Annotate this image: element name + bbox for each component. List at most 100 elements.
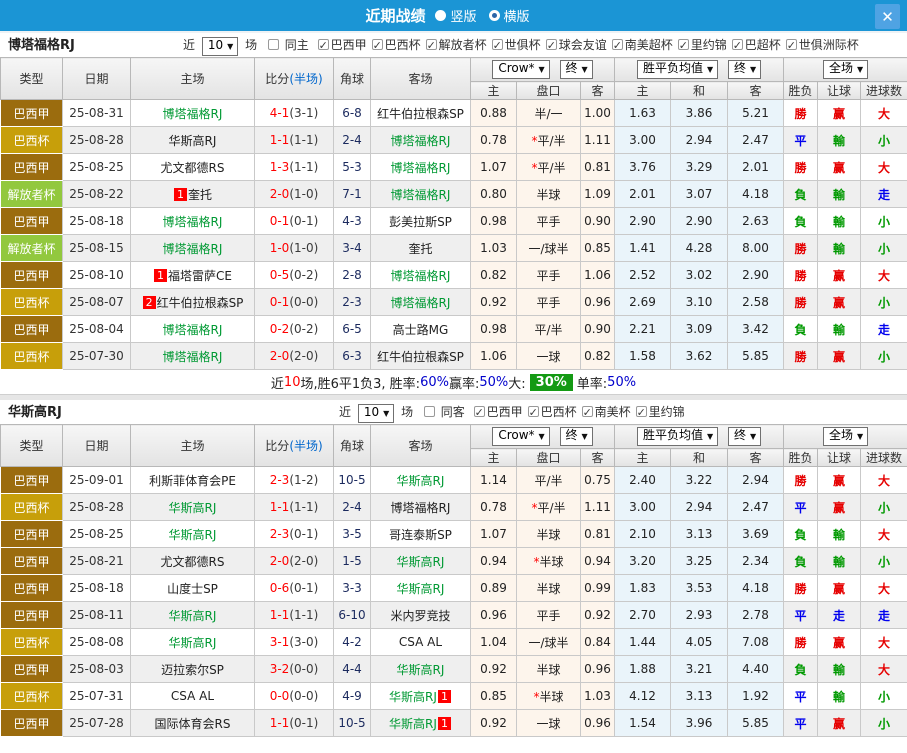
checkbox-checked-icon: ✓	[731, 39, 743, 52]
mean-select[interactable]: 胜平负均值 ▼	[636, 60, 719, 79]
handicap-line: *半球	[516, 547, 581, 575]
near-label: 近	[183, 38, 196, 52]
away-team-name: 华斯高RJ	[389, 689, 437, 704]
result-goals: 大	[860, 466, 907, 494]
away-odds: 1.11	[579, 126, 616, 154]
league-checkbox[interactable]: ✓ 世俱杯	[487, 38, 541, 52]
home-odds: 0.96	[470, 601, 517, 629]
match-score: 4-1(3-1)	[254, 99, 334, 127]
summary-part: 30%	[529, 373, 573, 391]
league-checkbox[interactable]: ✓ 解放者杯	[421, 38, 487, 52]
col-result-goals: 进球数	[860, 81, 907, 100]
recent-matches-table-1: 类型 日期 主场 比分(半场) 角球 客场 Crow* ▼ 终 ▼ 胜平负均值 ▼ 终…	[0, 57, 907, 370]
mean-draw: 3.53	[670, 574, 729, 602]
league-checkbox[interactable]: ✓ 巴超杯	[727, 38, 781, 52]
match-type: 巴西甲	[0, 207, 63, 235]
odds-final-select[interactable]: 终 ▼	[559, 60, 593, 79]
result-wdl: 平	[783, 601, 819, 629]
home-team-name: 华斯高RJ	[168, 500, 217, 515]
away-team-name: 华斯高RJ	[396, 554, 445, 569]
mean-final-select[interactable]: 终 ▼	[727, 427, 762, 446]
mean-away: 5.85	[727, 342, 785, 370]
mean-final-select[interactable]: 终 ▼	[727, 60, 762, 79]
away-team: CSA AL	[370, 628, 471, 656]
home-team: 华斯高RJ	[130, 628, 255, 656]
mean-draw: 2.94	[670, 493, 729, 521]
checkbox-checked-icon: ✓	[611, 39, 623, 52]
league-checkbox[interactable]: ✓ 世俱洲际杯	[781, 38, 859, 52]
home-team-name: 华斯高RJ	[168, 608, 217, 623]
match-type: 巴西甲	[0, 153, 63, 181]
match-count-select[interactable]: 10 ▼	[357, 404, 395, 423]
away-team-name: 华斯高RJ	[396, 473, 445, 488]
home-team-name: 博塔福格RJ	[162, 214, 223, 229]
scope-select[interactable]: 全场 ▼	[822, 60, 869, 79]
away-team: 博塔福格RJ	[370, 493, 471, 521]
same-venue-checkbox[interactable]	[267, 39, 279, 50]
handicap-line: 一/球半	[516, 628, 581, 656]
radio-unselected-icon	[435, 10, 447, 21]
home-team-name: 博塔福格RJ	[162, 349, 223, 364]
match-type: 巴西甲	[0, 655, 63, 683]
mean-select[interactable]: 胜平负均值 ▼	[636, 427, 719, 446]
radio-vertical-label: 竖版	[450, 10, 477, 25]
league-checkbox[interactable]: ✓ 里约锦	[673, 38, 727, 52]
mean-away: 2.63	[727, 207, 785, 235]
away-team-name: 奎托	[408, 241, 433, 256]
match-row: 巴西杯 25-07-31 CSA AL 0-0(0-0) 4-9 华斯高RJ 1 0.85 *半…	[0, 682, 907, 710]
league-checkbox[interactable]: ✓ 巴西杯	[367, 38, 421, 52]
match-score: 0-0(0-0)	[254, 682, 334, 710]
result-goals: 小	[860, 709, 907, 737]
fulltime-score: 1-1	[269, 133, 290, 147]
away-odds: 0.85	[579, 234, 616, 262]
mean-home: 3.20	[614, 547, 672, 575]
league-checkbox[interactable]: ✓ 巴西甲	[469, 405, 523, 419]
radio-vertical-layout[interactable]: 竖版	[435, 6, 477, 25]
summary-part: 赢率:	[448, 376, 480, 392]
league-checkbox[interactable]: ✓ 南美杯	[577, 405, 631, 419]
chevron-down-icon: ▼	[706, 65, 714, 74]
match-count-select[interactable]: 10 ▼	[201, 37, 239, 56]
league-checkbox[interactable]: ✓ 南美超杯	[607, 38, 673, 52]
mean-home: 2.70	[614, 601, 672, 629]
chevron-down-icon: ▼	[749, 432, 757, 441]
mean-draw: 4.05	[670, 628, 729, 656]
match-date: 25-08-11	[62, 601, 131, 629]
mean-away: 2.58	[727, 288, 785, 316]
result-goals: 大	[860, 655, 907, 683]
mean-away: 2.90	[727, 261, 785, 289]
result-header: 全场 ▼	[783, 424, 907, 449]
odds-company-select[interactable]: Crow* ▼	[492, 60, 550, 79]
league-checkbox[interactable]: ✓ 巴西杯	[523, 405, 577, 419]
same-venue-checkbox[interactable]	[423, 406, 435, 417]
summary-part: 50%	[607, 374, 637, 390]
radio-horizontal-layout[interactable]: 横版	[488, 6, 530, 25]
league-checkbox[interactable]: ✓ 里约锦	[631, 405, 685, 419]
close-button[interactable]: ✕	[875, 4, 900, 29]
corner-score: 3-5	[333, 520, 371, 548]
dialog-title: 近期战绩	[365, 7, 426, 25]
match-date: 25-08-18	[62, 207, 131, 235]
fulltime-score: 0-0	[269, 689, 290, 703]
match-date: 25-08-28	[62, 493, 131, 521]
handicap-line: 半球	[516, 520, 581, 548]
halftime-score: (2-0)	[289, 349, 319, 363]
home-team: 华斯高RJ	[130, 601, 255, 629]
match-score: 1-3(1-1)	[254, 153, 334, 181]
league-checkbox[interactable]: ✓ 球会友谊	[541, 38, 607, 52]
match-type: 巴西甲	[0, 99, 63, 127]
league-checkbox[interactable]: ✓ 巴西甲	[313, 38, 367, 52]
corner-score: 10-5	[333, 466, 371, 494]
corner-score: 2-3	[333, 288, 371, 316]
handicap-line: 一球	[516, 709, 581, 737]
card-badge: 1	[173, 187, 187, 201]
home-team: 博塔福格RJ	[130, 234, 255, 262]
scope-select[interactable]: 全场 ▼	[822, 427, 869, 446]
result-wdl: 勝	[783, 342, 819, 370]
odds-final-select[interactable]: 终 ▼	[559, 427, 593, 446]
home-team-name: 博塔福格RJ	[162, 322, 223, 337]
col-score: 比分(半场)	[254, 424, 334, 467]
odds-company-select[interactable]: Crow* ▼	[492, 427, 550, 446]
col-result-handicap: 让球	[817, 81, 862, 100]
handicap-line: *半球	[516, 682, 581, 710]
